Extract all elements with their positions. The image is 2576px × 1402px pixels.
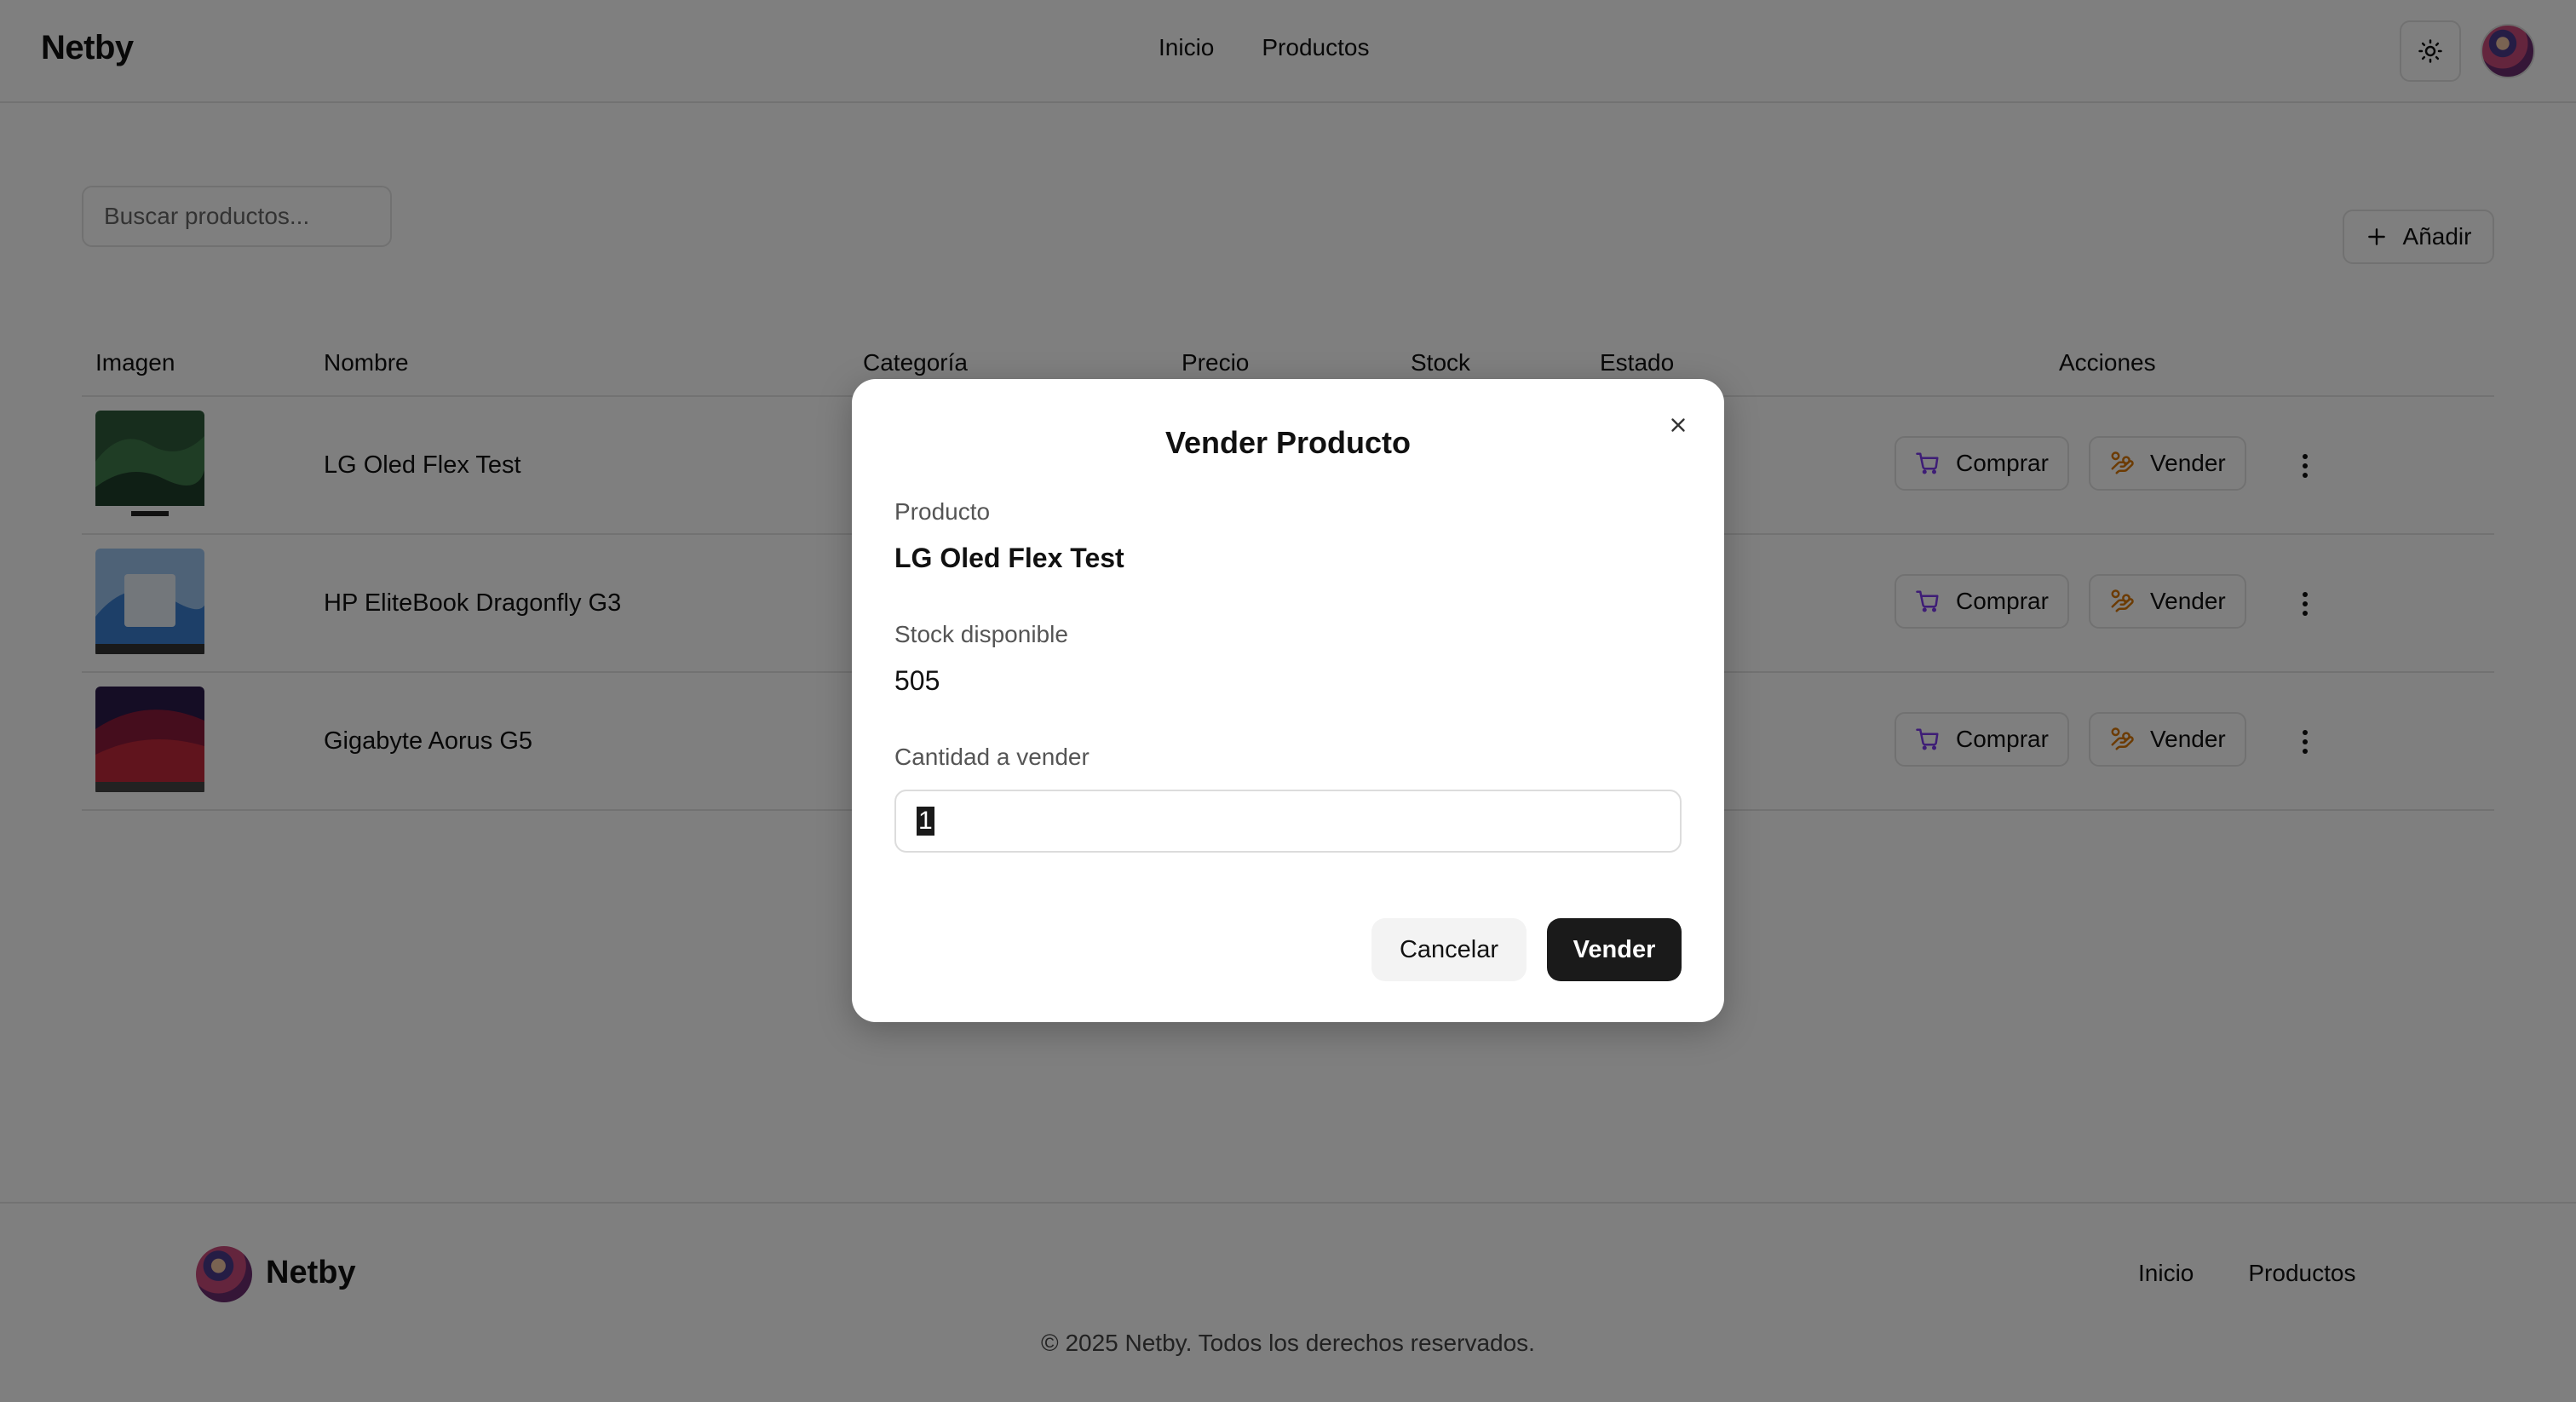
dialog-title: Vender Producto [1164,425,1412,460]
quantity-input[interactable]: 1 [894,790,1682,853]
quantity-label: Cantidad a vender [894,744,1090,770]
product-label: Producto [894,498,991,525]
sell-product-dialog: Vender Producto Producto LG Oled Flex Te… [852,379,1724,1022]
quantity-input-value: 1 [917,807,934,836]
confirm-sell-button[interactable]: Vender [1547,918,1682,981]
product-value: LG Oled Flex Test [894,543,1124,573]
stock-label: Stock disponible [894,621,1068,647]
page: Netby Inicio Productos Buscar productos.… [0,0,2576,1402]
stock-value: 505 [894,665,940,696]
cancel-button[interactable]: Cancelar [1371,918,1527,981]
